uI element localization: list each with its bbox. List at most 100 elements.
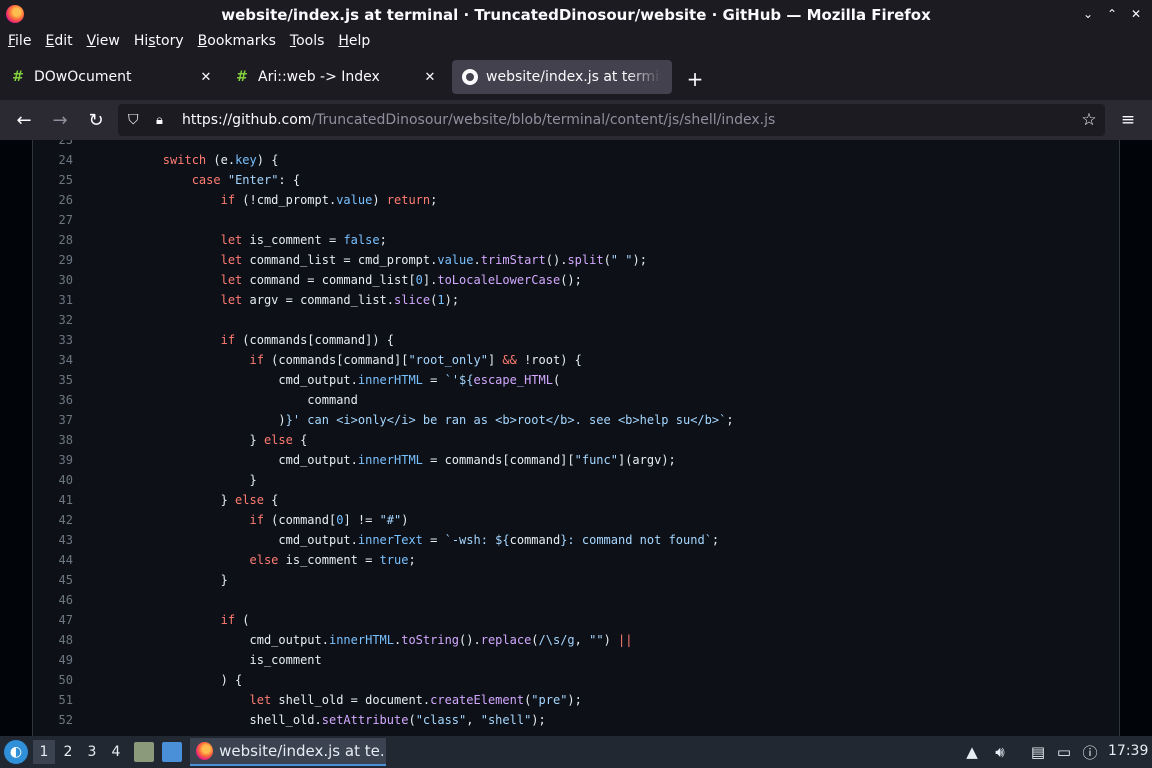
workspace-1[interactable]: 1 (33, 740, 55, 764)
line-number[interactable]: 37 (33, 413, 73, 427)
line-number[interactable]: 47 (33, 613, 73, 627)
line-number[interactable]: 49 (33, 653, 73, 667)
network-icon[interactable]: ▭ (1054, 742, 1074, 762)
menu-bookmarks[interactable]: Bookmarks (198, 33, 276, 49)
window-controls: ⌄ ⌃ ✕ (1078, 4, 1146, 24)
notification-icon[interactable]: ⓘ (1080, 742, 1100, 762)
tray-update-icon[interactable]: ▲ (962, 742, 982, 762)
reload-icon[interactable]: ↻ (84, 108, 108, 132)
url-bar[interactable]: ⛉ 🔒︎ https://github.com/TruncatedDinosou… (118, 104, 1105, 136)
menu-tools[interactable]: Tools (290, 33, 325, 49)
file-manager-icon[interactable] (134, 742, 154, 762)
start-menu-icon[interactable]: ◐ (4, 740, 28, 764)
maximize-icon[interactable]: ⌃ (1102, 4, 1122, 24)
url-text[interactable]: https://github.com/TruncatedDinosour/web… (182, 112, 775, 128)
code-line: 27 (33, 210, 1119, 230)
menu-history[interactable]: History (134, 33, 184, 49)
tab-dowocument[interactable]: # DOwOcument ✕ (0, 60, 224, 94)
code-line: 43 cmd_output.innerText = `-wsh: ${comma… (33, 530, 1119, 550)
code-text: case "Enter": { (191, 173, 301, 187)
app-menu-icon[interactable]: ≡ (1116, 108, 1140, 132)
line-number[interactable]: 43 (33, 533, 73, 547)
code-line: 35 cmd_output.innerHTML = `'${escape_HTM… (33, 370, 1119, 390)
code-text: } (105, 473, 257, 487)
line-number[interactable]: 31 (33, 293, 73, 307)
workspace-3[interactable]: 3 (81, 740, 103, 764)
lock-icon[interactable]: 🔒︎ (156, 112, 170, 128)
clipboard-icon[interactable]: ▤ (1028, 742, 1048, 762)
line-number[interactable]: 36 (33, 393, 73, 407)
code-line: 41 } else { (33, 490, 1119, 510)
line-number[interactable]: 50 (33, 673, 73, 687)
workspace-2[interactable]: 2 (57, 740, 79, 764)
tab-github-index-js[interactable]: website/index.js at terminal (452, 60, 672, 94)
line-number[interactable]: 46 (33, 593, 73, 607)
tracking-shield-icon[interactable]: ⛉ (128, 112, 144, 128)
line-number[interactable]: 39 (33, 453, 73, 467)
code-line: 47 if ( (33, 610, 1119, 630)
menu-help[interactable]: Help (338, 33, 370, 49)
menu-view-key: V (86, 33, 96, 49)
taskbar-firefox-task[interactable]: website/index.js at te... (190, 738, 386, 766)
code-text: let shell_old = document.createElement("… (249, 693, 582, 707)
line-number[interactable]: 35 (33, 373, 73, 387)
line-number[interactable]: 52 (33, 713, 73, 727)
line-number[interactable]: 48 (33, 633, 73, 647)
line-number[interactable]: 32 (33, 313, 73, 327)
github-icon (462, 69, 478, 85)
line-number[interactable]: 28 (33, 233, 73, 247)
code-line: 29 let command_list = cmd_prompt.value.t… (33, 250, 1119, 270)
code-line: 25 case "Enter": { (33, 170, 1119, 190)
back-arrow-icon[interactable]: ← (12, 108, 36, 132)
forward-arrow-icon[interactable]: → (48, 108, 72, 132)
hash-favicon-icon: # (12, 69, 24, 85)
line-number[interactable]: 25 (33, 173, 73, 187)
line-number[interactable]: 24 (33, 153, 73, 167)
page-content: 23 24 switch (e.key) {25 case "Enter": {2… (0, 140, 1152, 736)
line-number[interactable]: 51 (33, 693, 73, 707)
code-line: 51 let shell_old = document.createElemen… (33, 690, 1119, 710)
line-number[interactable]: 26 (33, 193, 73, 207)
minimize-icon[interactable]: ⌄ (1078, 4, 1098, 24)
line-number[interactable]: 42 (33, 513, 73, 527)
show-desktop-icon[interactable] (162, 742, 182, 762)
close-tab-icon[interactable]: ✕ (198, 69, 214, 85)
code-text: if (command[0] != "#") (249, 513, 409, 527)
line-number[interactable]: 27 (33, 213, 73, 227)
new-tab-icon[interactable]: + (684, 67, 706, 91)
tab-strip: # DOwOcument ✕ # Ari::web -> Index ✕ web… (0, 52, 1152, 100)
code-line: 49 is_comment (33, 650, 1119, 670)
line-number[interactable]: 41 (33, 493, 73, 507)
bookmark-star-icon[interactable]: ☆ (1079, 110, 1099, 130)
line-number[interactable]: 29 (33, 253, 73, 267)
menu-edit[interactable]: Edit (45, 33, 72, 49)
line-number[interactable]: 40 (33, 473, 73, 487)
line-number[interactable]: 30 (33, 273, 73, 287)
menu-help-key: H (338, 33, 349, 49)
tab-ari-web-index[interactable]: # Ari::web -> Index ✕ (224, 60, 448, 94)
code-line: 42 if (command[0] != "#") (33, 510, 1119, 530)
code-text: cmd_output.innerHTML = `'${escape_HTML( (105, 373, 561, 387)
close-window-icon[interactable]: ✕ (1126, 4, 1146, 24)
line-number[interactable]: 23 (33, 140, 73, 147)
code-line: 23 (33, 140, 1119, 150)
menu-bookmarks-key: B (197, 33, 208, 49)
workspace-4[interactable]: 4 (105, 740, 127, 764)
volume-icon[interactable]: 🔊︎ (990, 742, 1010, 762)
tab-label: Ari::web -> Index (258, 69, 380, 85)
code-text: shell_old.setAttribute("class", "shell")… (105, 713, 546, 727)
menu-file[interactable]: File (8, 33, 31, 49)
line-number[interactable]: 45 (33, 573, 73, 587)
firefox-logo-icon (6, 5, 24, 23)
close-tab-icon[interactable]: ✕ (422, 69, 438, 85)
line-number[interactable]: 38 (33, 433, 73, 447)
code-line: 38 } else { (33, 430, 1119, 450)
line-number[interactable]: 33 (33, 333, 73, 347)
line-number[interactable]: 44 (33, 553, 73, 567)
code-line: 36 command (33, 390, 1119, 410)
clock: 17:39 (1108, 743, 1149, 759)
code-line: 37 )}' can <i>only</i> be ran as <b>root… (33, 410, 1119, 430)
line-number[interactable]: 34 (33, 353, 73, 367)
menu-bookmarks-rest: ookmarks (207, 33, 276, 49)
menu-view[interactable]: View (87, 33, 120, 49)
